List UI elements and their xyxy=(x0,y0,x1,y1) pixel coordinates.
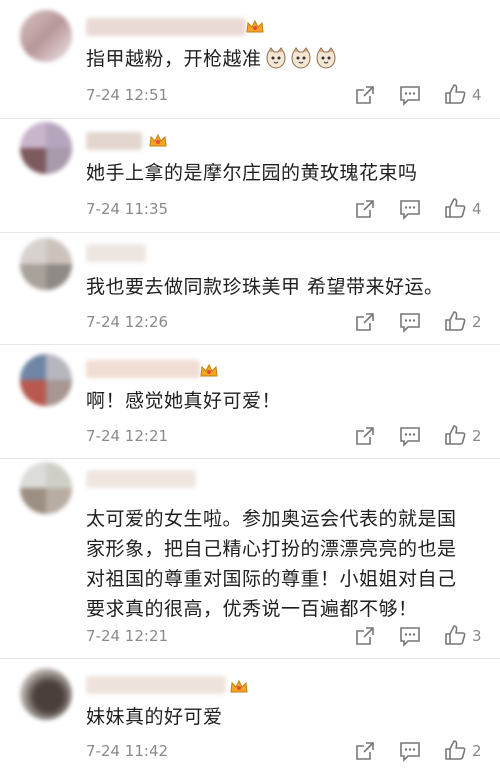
comment-text: 太可爱的女生啦。参加奥运会代表的就是国 家形象，把自己精心打扮的漂漂亮亮的也是 … xyxy=(86,504,486,624)
like-icon[interactable] xyxy=(444,197,466,219)
like-icon[interactable] xyxy=(444,424,466,446)
comment-text-line: 要求真的很高，优秀说一百遍都不够！ xyxy=(86,598,418,620)
comment-icon[interactable] xyxy=(399,425,421,447)
share-icon[interactable] xyxy=(354,425,376,447)
like-count: 2 xyxy=(472,313,482,331)
comment-icon[interactable] xyxy=(399,311,421,333)
comment-text-line: 太可爱的女生啦。参加奥运会代表的就是国 xyxy=(86,508,457,530)
comment-text-line: 家形象，把自己精心打扮的漂漂亮亮的也是 xyxy=(86,538,457,560)
comment-time: 7-24 11:35 xyxy=(86,200,169,218)
username-blurred[interactable] xyxy=(86,470,196,488)
like-icon[interactable] xyxy=(444,739,466,761)
like-icon[interactable] xyxy=(444,83,466,105)
like-icon[interactable] xyxy=(444,624,466,646)
comment-time: 7-24 12:21 xyxy=(86,627,169,645)
like-count: 3 xyxy=(472,627,482,645)
comment-text: 妹妹真的好可爱 xyxy=(86,706,223,728)
comment-time: 7-24 11:42 xyxy=(86,742,169,760)
cat-face-emoji xyxy=(266,47,286,69)
username-blurred[interactable] xyxy=(86,132,142,150)
avatar[interactable] xyxy=(20,238,72,290)
username-blurred[interactable] xyxy=(86,676,226,694)
like-count: 2 xyxy=(472,427,482,445)
cat-face-emoji xyxy=(316,47,336,69)
crown-badge-icon xyxy=(246,20,264,33)
comment-time: 7-24 12:26 xyxy=(86,313,169,331)
comment-text: 我也要去做同款珍珠美甲 希望带来好运。 xyxy=(86,276,444,298)
avatar[interactable] xyxy=(20,354,72,406)
avatar[interactable] xyxy=(20,10,72,62)
comment-time: 7-24 12:21 xyxy=(86,427,169,445)
share-icon[interactable] xyxy=(354,740,376,762)
comment-icon[interactable] xyxy=(399,625,421,647)
comment-text: 啊！感觉她真好可爱！ xyxy=(86,390,282,412)
divider xyxy=(0,118,500,119)
comment-text: 她手上拿的是摩尔庄园的黄玫瑰花束吗 xyxy=(86,162,418,184)
share-icon[interactable] xyxy=(354,625,376,647)
comment-icon[interactable] xyxy=(399,198,421,220)
comment-time: 7-24 12:51 xyxy=(86,86,169,104)
like-count: 2 xyxy=(472,742,482,760)
divider xyxy=(0,658,500,659)
username-blurred[interactable] xyxy=(86,18,246,36)
avatar[interactable] xyxy=(20,668,72,720)
share-icon[interactable] xyxy=(354,84,376,106)
like-icon[interactable] xyxy=(444,310,466,332)
username-blurred[interactable] xyxy=(86,360,200,378)
username-blurred[interactable] xyxy=(86,244,146,262)
crown-badge-icon xyxy=(149,134,167,147)
comment-text: 指甲越粉，开枪越准 xyxy=(86,44,486,74)
crown-badge-icon xyxy=(230,680,248,693)
avatar[interactable] xyxy=(20,462,72,514)
like-count: 4 xyxy=(472,86,482,104)
avatar[interactable] xyxy=(20,122,72,174)
comment-text-line: 对祖国的尊重对国际的尊重！小姐姐对自己 xyxy=(86,568,457,590)
share-icon[interactable] xyxy=(354,198,376,220)
share-icon[interactable] xyxy=(354,311,376,333)
like-count: 4 xyxy=(472,200,482,218)
comment-icon[interactable] xyxy=(399,84,421,106)
divider xyxy=(0,344,500,345)
cat-face-emoji xyxy=(291,47,311,69)
divider xyxy=(0,232,500,233)
divider xyxy=(0,458,500,459)
comment-icon[interactable] xyxy=(399,740,421,762)
crown-badge-icon xyxy=(200,364,218,377)
